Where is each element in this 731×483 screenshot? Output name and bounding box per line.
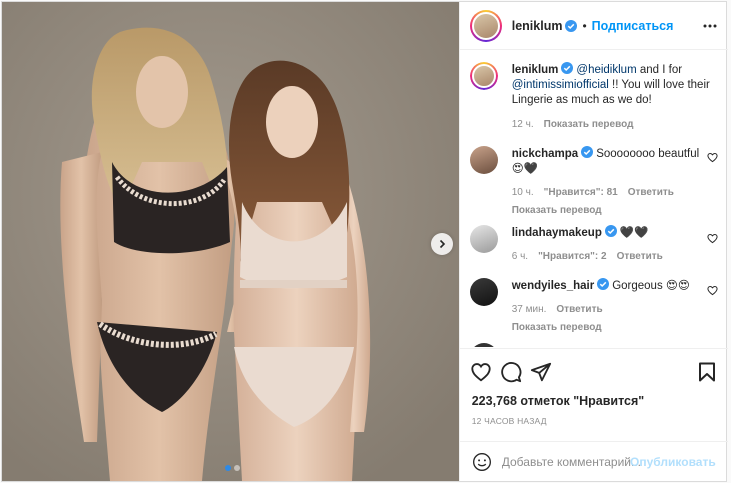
author-avatar[interactable] (469, 9, 502, 42)
verified-badge-icon (565, 19, 578, 32)
translate-button[interactable]: Показать перевод (512, 203, 712, 218)
publish-button[interactable]: Опубликовать (630, 455, 716, 469)
verified-badge-icon (597, 278, 610, 290)
verified-badge-icon (561, 62, 574, 74)
like-comment-heart-icon[interactable] (707, 233, 718, 244)
chevron-right-icon (439, 239, 446, 249)
post-actions: 223,768 отметок "Нравится" 12 ЧАСОВ НАЗА… (459, 348, 728, 482)
instagram-post: leniklum • Подписаться leniklum @heidiklu… (1, 1, 728, 482)
likes-count[interactable]: 223,768 отметок "Нравится" (472, 394, 645, 408)
carousel-dot (234, 465, 240, 471)
follow-button[interactable]: Подписаться (592, 19, 674, 33)
verified-badge-icon (604, 225, 617, 237)
post-timestamp: 12 ЧАСОВ НАЗАД (471, 416, 547, 426)
commenter-avatar[interactable] (469, 278, 498, 306)
caption-username[interactable]: leniklum (512, 64, 559, 76)
comment-username[interactable]: lindahaymakeup (512, 227, 602, 239)
reply-button[interactable]: Ответить (628, 185, 674, 200)
emoji-icon[interactable] (472, 452, 492, 472)
comment-text: 🖤🖤 (619, 227, 649, 239)
comment-text: Gorgeous 😍😍 (612, 280, 690, 292)
caption-time: 12 ч. (511, 119, 534, 130)
mention-link[interactable]: @intimissimiofficial (512, 79, 609, 91)
post-photo (2, 2, 459, 481)
comment-username[interactable]: wendyiles_hair (512, 280, 594, 292)
author-username[interactable]: leniklum (512, 19, 563, 33)
post-header: leniklum • Подписаться (459, 2, 728, 50)
comment-time: 10 ч. (511, 187, 534, 198)
comment-username[interactable]: nickchampa (512, 148, 578, 160)
add-comment-bar: Опубликовать (459, 441, 728, 482)
comments-section[interactable]: leniklum @heidiklum and I for @intimissim… (460, 51, 728, 347)
caption-fragment: and I for (636, 64, 683, 76)
commenter-avatar[interactable] (469, 343, 498, 347)
heart-icon[interactable] (470, 361, 492, 383)
comment-likes[interactable]: "Нравится": 2 (538, 249, 607, 264)
reply-button[interactable]: Ответить (556, 302, 602, 317)
carousel-indicator (225, 465, 240, 471)
translate-button[interactable]: Показать перевод (512, 320, 712, 335)
like-comment-heart-icon[interactable] (707, 285, 718, 296)
bookmark-icon[interactable] (698, 362, 716, 382)
header-separator: • (582, 18, 587, 33)
commenter-avatar[interactable] (469, 225, 498, 253)
reply-button[interactable]: Ответить (617, 249, 663, 264)
caption-text: leniklum @heidiklum and I for @intimissim… (512, 62, 712, 108)
next-slide-button[interactable] (431, 233, 453, 255)
comment-icon[interactable] (500, 361, 522, 383)
post-side-panel: leniklum • Подписаться leniklum @heidiklu… (458, 2, 728, 482)
caption-avatar[interactable] (469, 62, 498, 90)
carousel-dot-active (225, 465, 231, 471)
mention-link[interactable]: @heidiklum (576, 64, 636, 76)
share-icon[interactable] (530, 361, 552, 383)
comment-likes[interactable]: "Нравится": 81 (544, 185, 618, 200)
comment-time: 37 мин. (511, 304, 547, 315)
like-comment-heart-icon[interactable] (707, 152, 718, 163)
verified-badge-icon (581, 146, 594, 158)
comment-time: 6 ч. (511, 251, 529, 262)
more-options-icon[interactable] (702, 18, 718, 34)
translate-button[interactable]: Показать перевод (544, 117, 634, 132)
commenter-avatar[interactable] (469, 146, 498, 174)
post-media[interactable] (2, 2, 459, 481)
